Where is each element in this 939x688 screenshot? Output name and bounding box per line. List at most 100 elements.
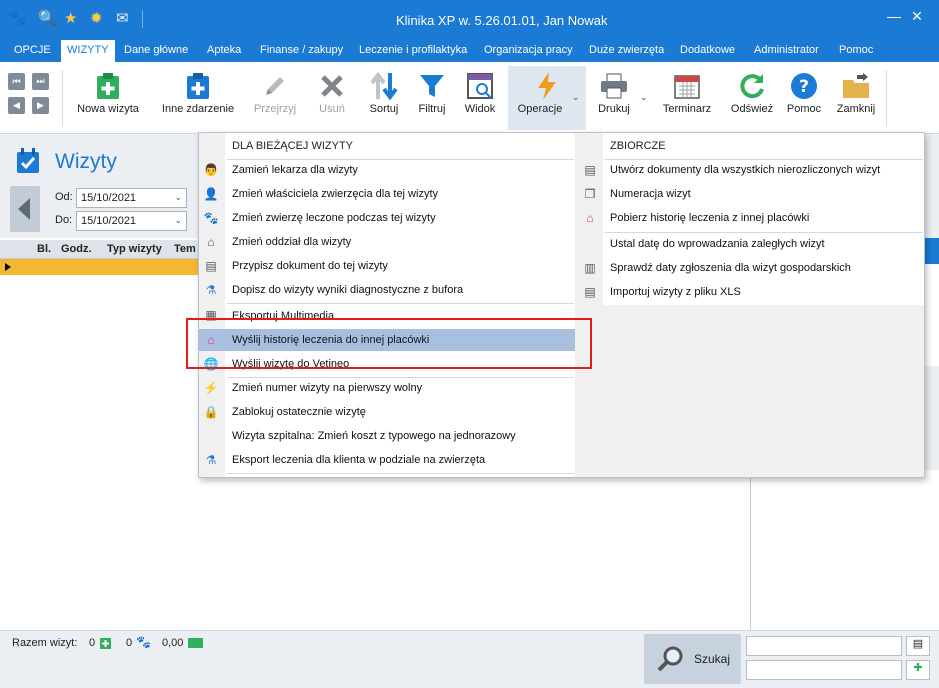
side-tab[interactable] — [924, 238, 939, 264]
search-button[interactable]: Szukaj — [644, 634, 741, 684]
menu-opcje[interactable]: OPCJE — [14, 44, 51, 56]
column-header[interactable]: Godz. — [61, 243, 92, 255]
prev-period-button[interactable] — [10, 186, 40, 232]
receive-home-icon: ⌂ — [586, 211, 594, 225]
review-button[interactable]: Przejrzyj — [250, 66, 300, 126]
other-event-button[interactable]: Inne zdarzenie — [156, 66, 240, 126]
star-icon[interactable]: ★ — [64, 10, 77, 28]
menu-item-change-owner[interactable]: Zmień właściciela zwierzęcia dla tej wiz… — [199, 183, 575, 205]
first-record-icon[interactable]: ⏮ — [8, 73, 25, 90]
document-gear-icon: ▤ — [584, 163, 596, 177]
menu-item-change-animal[interactable]: Zmień zwierzę leczone podczas tej wizyty — [199, 207, 575, 229]
table-row[interactable] — [0, 259, 198, 275]
column-header[interactable]: Bl. — [37, 243, 51, 255]
total-amount: 0,00 — [162, 637, 184, 649]
x-icon — [317, 71, 347, 101]
search-input-secondary[interactable] — [746, 660, 902, 680]
menu-item-visit-numbering[interactable]: Numeracja wizyt — [579, 183, 924, 205]
calendar-icon — [672, 71, 702, 101]
menu-leczenie[interactable]: Leczenie i profilaktyka — [359, 44, 467, 56]
menu-duze-zwierzeta[interactable]: Duże zwierzęta — [589, 44, 664, 56]
close-tab-label: Zamknij — [836, 103, 876, 115]
document-gear-icon: ▤ — [584, 285, 596, 299]
help-icon: ? — [789, 71, 819, 101]
menu-item-label: Przypisz dokument do tej wizyty — [232, 260, 388, 272]
menu-item-check-report-dates[interactable]: Sprawdź daty zgłoszenia dla wizyt gospod… — [579, 257, 924, 279]
search-options-icon[interactable]: ▤ — [906, 636, 930, 656]
menu-item-assign-document[interactable]: Przypisz dokument do tej wizyty — [199, 255, 575, 277]
menu-separator — [227, 303, 574, 304]
menu-item-hospital-cost[interactable]: Wizyta szpitalna: Zmień koszt z typowego… — [199, 425, 575, 447]
ribbon-separator — [62, 70, 63, 126]
column-header[interactable]: Typ wizyty — [107, 243, 162, 255]
visits-panel: Wizyty Od: 15/10/2021 ⌄ Do: 15/10/2021 ⌄ B… — [0, 134, 198, 630]
documents-icon: ❐ — [584, 187, 596, 201]
menu-item-label: Zmień numer wizyty na pierwszy wolny — [232, 382, 423, 394]
view-icon — [465, 71, 495, 101]
refresh-button[interactable]: Odśwież — [726, 66, 778, 126]
close-button[interactable]: ✕ — [906, 8, 928, 26]
close-tab-button[interactable]: Zamknij — [832, 66, 880, 126]
scheduler-button[interactable]: Terminarz — [656, 66, 718, 126]
flask-icon: ⚗ — [205, 283, 217, 297]
sort-icon — [369, 71, 399, 101]
menu-item-fetch-history[interactable]: Pobierz historię leczenia z innej placów… — [579, 207, 924, 229]
help-button[interactable]: ? Pomoc — [782, 66, 826, 126]
next-record-icon[interactable]: ▶ — [32, 97, 49, 114]
mail-icon[interactable]: ✉ — [116, 10, 129, 28]
menu-item-lock-visit[interactable]: Zablokuj ostatecznie wizytę — [199, 401, 575, 423]
menu-wizyty[interactable]: WIZYTY — [61, 40, 115, 62]
menu-apteka[interactable]: Apteka — [207, 44, 241, 56]
menu-item-create-documents[interactable]: Utwórz dokumenty dla wszystkich nierozli… — [579, 159, 924, 181]
sun-icon[interactable]: ✹ — [90, 10, 103, 28]
pencil-icon — [260, 71, 290, 101]
menu-item-import-xls[interactable]: Importuj wizyty z pliku XLS — [579, 281, 924, 303]
calendar-doc-icon: ▥ — [584, 261, 596, 275]
operations-label: Operacje — [517, 103, 563, 115]
menu-dane-glowne[interactable]: Dane główne — [124, 44, 188, 56]
menu-finanse[interactable]: Finanse / zakupy — [260, 44, 343, 56]
menu-item-diagnostic-results[interactable]: Dopisz do wizyty wyniki diagnostyczne z … — [199, 279, 575, 301]
owner-icon: 👤 — [203, 187, 219, 201]
menu-organizacja[interactable]: Organizacja pracy — [484, 44, 573, 56]
print-button[interactable]: Drukuj — [592, 66, 636, 126]
menu-item-label: Ustal datę do wprowadzania zaległych wiz… — [610, 238, 825, 250]
search-input[interactable] — [746, 636, 902, 656]
from-date-field[interactable]: 15/10/2021 ⌄ — [76, 188, 187, 208]
prev-record-icon[interactable]: ◀ — [8, 97, 25, 114]
operations-dropdown-menu: DLA BIEŻĄCEJ WIZYTY Zamień lekarza dla w… — [198, 132, 925, 478]
chevron-down-icon[interactable]: ⌄ — [174, 192, 182, 203]
view-button[interactable]: Widok — [458, 66, 502, 126]
column-header[interactable]: Tem — [174, 243, 196, 255]
print-dropdown-icon[interactable]: ⌄ — [640, 92, 648, 103]
menu-item-change-branch[interactable]: Zmień oddział dla wizyty — [199, 231, 575, 253]
delete-label: Usuń — [319, 103, 345, 115]
menu-administrator[interactable]: Administrator — [754, 44, 819, 56]
new-visit-button[interactable]: Nowa wizyta — [70, 66, 146, 126]
last-record-icon[interactable]: ⏭ — [32, 73, 49, 90]
minimize-button[interactable]: — — [883, 8, 905, 26]
review-label: Przejrzyj — [253, 103, 297, 115]
menu-pomoc[interactable]: Pomoc — [839, 44, 873, 56]
menu-dodatkowe[interactable]: Dodatkowe — [680, 44, 735, 56]
delete-button[interactable]: Usuń — [310, 66, 354, 126]
menu-item-export-treatment[interactable]: Eksport leczenia dla klienta w podziale … — [199, 449, 575, 471]
menu-item-change-doctor[interactable]: Zamień lekarza dla wizyty — [199, 159, 575, 181]
bulk-header: ZBIORCZE — [610, 140, 666, 152]
search-label: Szukaj — [694, 652, 731, 666]
search-icon[interactable]: 🔍 — [38, 10, 57, 28]
chevron-down-icon[interactable]: ⌄ — [174, 215, 182, 226]
menu-item-set-backlog-date[interactable]: Ustal datę do wprowadzania zaległych wiz… — [579, 233, 924, 255]
visits-grid-header: Bl. Godz. Typ wizyty Tem — [0, 240, 198, 259]
menu-item-label: Zmień zwierzę leczone podczas tej wizyty — [232, 212, 436, 224]
sort-button[interactable]: Sortuj — [362, 66, 406, 126]
to-date-value: 15/10/2021 — [81, 215, 137, 227]
exit-folder-icon — [841, 71, 871, 101]
menu-item-label: Zmień właściciela zwierzęcia dla tej wiz… — [232, 188, 439, 200]
filter-button[interactable]: Filtruj — [412, 66, 452, 126]
add-filter-icon[interactable]: ✚ — [906, 660, 930, 680]
to-date-field[interactable]: 15/10/2021 ⌄ — [76, 211, 187, 231]
menu-item-label: Zmień oddział dla wizyty — [232, 236, 352, 248]
operations-dropdown-icon[interactable]: ⌄ — [572, 92, 580, 103]
menu-item-renumber-visit[interactable]: Zmień numer wizyty na pierwszy wolny — [199, 377, 575, 399]
